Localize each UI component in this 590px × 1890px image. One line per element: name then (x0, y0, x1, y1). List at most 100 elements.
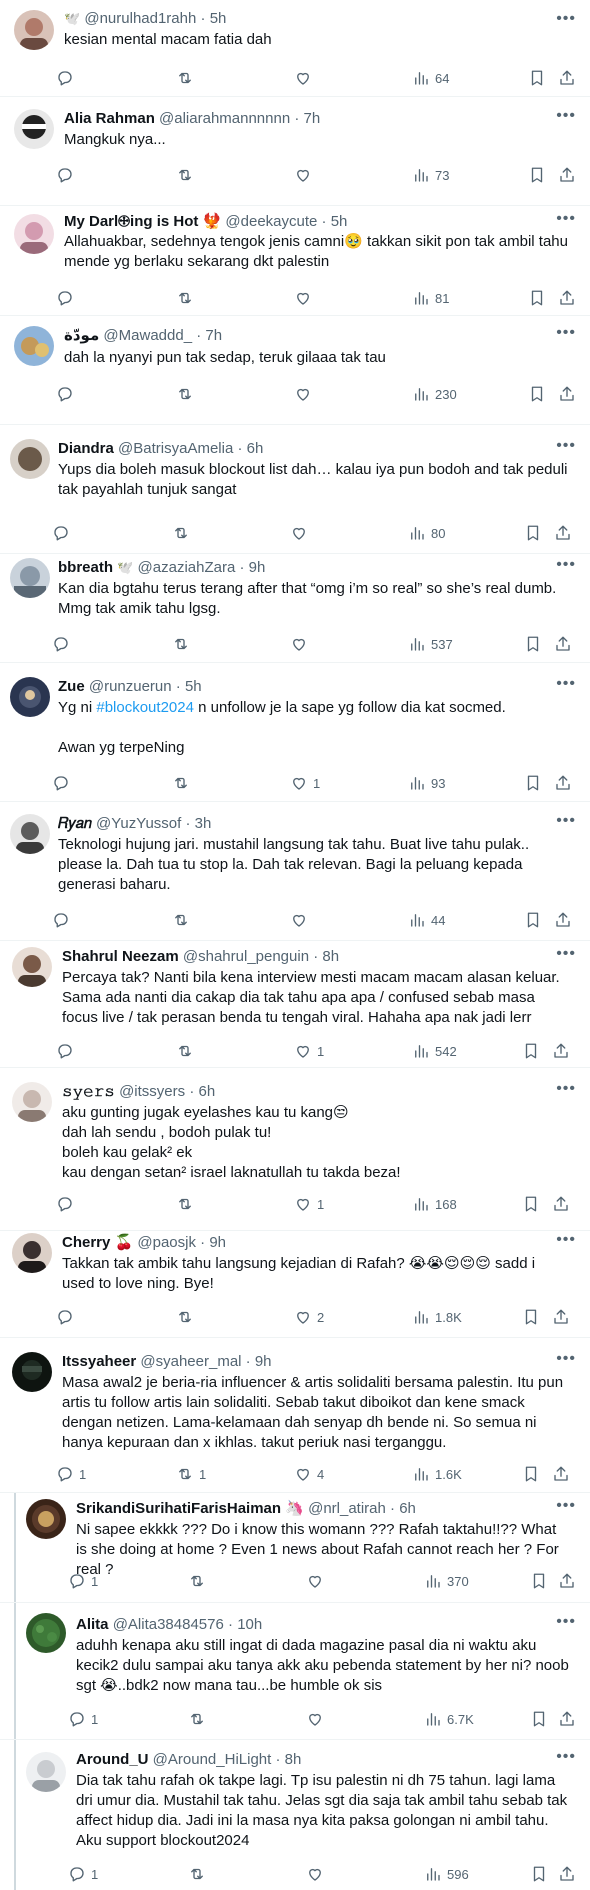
more-icon[interactable]: ••• (556, 437, 576, 455)
views-button[interactable]: 81 (412, 286, 449, 310)
like-button[interactable] (290, 908, 313, 932)
tweet[interactable]: 𝑅𝑦𝑎𝑛 @YuzYussof · 3h ••• Teknologi hujun… (0, 802, 590, 941)
like-button[interactable] (306, 1569, 329, 1593)
tweet-time[interactable]: 7h (304, 110, 321, 127)
reply-button[interactable] (56, 1192, 79, 1216)
more-icon[interactable]: ••• (556, 324, 576, 342)
tweet-time[interactable]: 9h (255, 1353, 272, 1370)
views-button[interactable]: 542 (412, 1039, 457, 1063)
retweet-button[interactable] (176, 286, 199, 310)
more-icon[interactable]: ••• (556, 10, 576, 28)
reply-button[interactable] (52, 632, 75, 656)
more-icon[interactable]: ••• (556, 210, 576, 228)
avatar[interactable] (12, 1233, 52, 1273)
avatar[interactable] (26, 1613, 66, 1653)
avatar[interactable] (12, 1352, 52, 1392)
tweet[interactable]: 🕊️ @nurulhad1rahh · 5h ••• kesian mental… (0, 0, 590, 97)
tweet-time[interactable]: 5h (331, 213, 348, 230)
hashtag-link[interactable]: #blockout2024 (96, 699, 194, 716)
display-name[interactable]: 𝚜𝚢𝚎𝚛𝚜 (62, 1083, 115, 1100)
share-button[interactable] (558, 66, 576, 90)
user-handle[interactable]: @BatrisyaAmelia (118, 440, 233, 457)
bookmark-button[interactable] (522, 1039, 540, 1063)
share-button[interactable] (552, 1039, 570, 1063)
views-button[interactable]: 370 (424, 1569, 469, 1593)
display-name[interactable]: SrikandiSurihatiFarisHaiman 🦄 (76, 1500, 304, 1517)
tweet[interactable]: Alita @Alita38484576 · 10h ••• aduhh ken… (0, 1603, 590, 1740)
like-button[interactable]: 1 (290, 771, 320, 795)
views-button[interactable]: 44 (408, 908, 445, 932)
retweet-button[interactable] (176, 1305, 199, 1329)
bookmark-button[interactable] (524, 632, 542, 656)
more-icon[interactable]: ••• (556, 945, 576, 963)
retweet-button[interactable] (188, 1569, 211, 1593)
bookmark-button[interactable] (522, 1192, 540, 1216)
more-icon[interactable]: ••• (556, 1080, 576, 1098)
bookmark-button[interactable] (528, 163, 546, 187)
avatar[interactable] (10, 814, 50, 854)
tweet-time[interactable]: 5h (185, 678, 202, 695)
bookmark-button[interactable] (524, 908, 542, 932)
views-button[interactable]: 168 (412, 1192, 457, 1216)
avatar[interactable] (14, 10, 54, 50)
avatar[interactable] (12, 1082, 52, 1122)
like-button[interactable]: 1 (294, 1192, 324, 1216)
views-button[interactable]: 73 (412, 163, 449, 187)
reply-button[interactable] (52, 771, 75, 795)
more-icon[interactable]: ••• (556, 107, 576, 125)
avatar[interactable] (10, 439, 50, 479)
bookmark-button[interactable] (522, 1462, 540, 1486)
retweet-button[interactable] (176, 1039, 199, 1063)
user-handle[interactable]: @shahrul_penguin (183, 948, 309, 965)
reply-button[interactable]: 1 (68, 1569, 98, 1593)
bookmark-button[interactable] (530, 1707, 548, 1731)
avatar[interactable] (14, 214, 54, 254)
like-button[interactable] (294, 163, 317, 187)
reply-button[interactable]: 1 (56, 1462, 86, 1486)
like-button[interactable]: 4 (294, 1462, 324, 1486)
user-handle[interactable]: @nurulhad1rahh (84, 10, 196, 27)
tweet[interactable]: 𝚜𝚢𝚎𝚛𝚜 @itssyers · 6h ••• aku gunting jug… (0, 1068, 590, 1231)
user-handle[interactable]: @Alita38484576 (113, 1616, 224, 1633)
reply-button[interactable] (52, 521, 75, 545)
retweet-button[interactable] (172, 521, 195, 545)
like-button[interactable] (294, 286, 317, 310)
reply-button[interactable]: 1 (68, 1862, 98, 1886)
user-handle[interactable]: @aliarahmannnnnn (159, 110, 290, 127)
views-button[interactable]: 80 (408, 521, 445, 545)
display-name[interactable]: Itssyaheer (62, 1353, 136, 1370)
share-button[interactable] (558, 382, 576, 406)
avatar[interactable] (12, 947, 52, 987)
bookmark-button[interactable] (530, 1862, 548, 1886)
share-button[interactable] (554, 632, 572, 656)
more-icon[interactable]: ••• (556, 1350, 576, 1368)
retweet-button[interactable] (188, 1862, 211, 1886)
user-handle[interactable]: @Mawaddd_ (103, 327, 192, 344)
bookmark-button[interactable] (524, 771, 542, 795)
tweet-time[interactable]: 7h (205, 327, 222, 344)
retweet-button[interactable] (188, 1707, 211, 1731)
more-icon[interactable]: ••• (556, 1748, 576, 1766)
tweet-time[interactable]: 6h (399, 1500, 416, 1517)
bookmark-button[interactable] (530, 1569, 548, 1593)
reply-button[interactable] (56, 382, 79, 406)
retweet-button[interactable]: 1 (176, 1462, 206, 1486)
retweet-button[interactable] (176, 66, 199, 90)
tweet[interactable]: Cherry 🍒 @paosjk · 9h ••• Takkan tak amb… (0, 1231, 590, 1338)
more-icon[interactable]: ••• (556, 1613, 576, 1631)
like-button[interactable]: 1 (294, 1039, 324, 1063)
views-button[interactable]: 1.6K (412, 1462, 462, 1486)
tweet-time[interactable]: 9h (249, 559, 266, 576)
retweet-button[interactable] (172, 908, 195, 932)
tweet[interactable]: Itssyaheer @syaheer_mal · 9h ••• Masa aw… (0, 1338, 590, 1493)
like-button[interactable] (294, 66, 317, 90)
retweet-button[interactable] (176, 382, 199, 406)
avatar[interactable] (14, 109, 54, 149)
user-handle[interactable]: @nrl_atirah (308, 1500, 386, 1517)
reply-button[interactable] (56, 1305, 79, 1329)
display-name[interactable]: Cherry 🍒 (62, 1234, 133, 1251)
display-name[interactable]: Shahrul Neezam (62, 948, 179, 965)
avatar[interactable] (10, 558, 50, 598)
tweet-time[interactable]: 9h (209, 1234, 226, 1251)
like-button[interactable] (294, 382, 317, 406)
